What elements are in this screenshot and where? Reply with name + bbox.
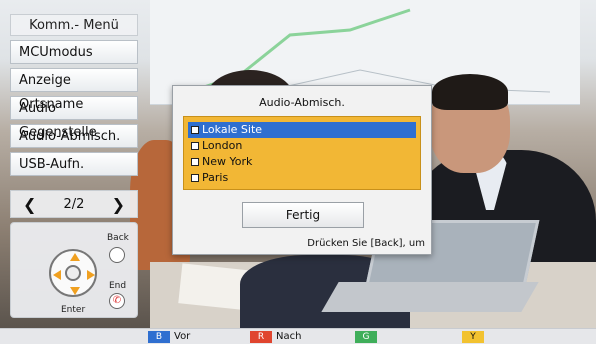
red-key-chip: R	[250, 331, 272, 343]
arrow-down-icon	[70, 287, 80, 295]
menu-item-audio-mix[interactable]: Audio-Abmisch.	[10, 124, 138, 148]
back-label: Back	[107, 233, 129, 243]
dialog-title: Audio-Abmisch.	[259, 96, 345, 109]
checkbox[interactable]	[191, 158, 199, 166]
dialog-hint: Drücken Sie [Back], um	[307, 238, 425, 249]
arrow-left-icon	[53, 270, 61, 280]
menu-title: Komm.- Menü	[10, 14, 138, 36]
menu-item-usb-recording[interactable]: USB-Aufn.	[10, 152, 138, 176]
site-option-paris[interactable]: Paris	[188, 170, 416, 186]
arrow-right-icon	[87, 270, 95, 280]
enter-button-icon	[65, 265, 81, 281]
color-key-bar: B Vor R Nach G Y	[0, 328, 596, 344]
laptop-base	[321, 282, 539, 312]
enter-label: Enter	[61, 305, 86, 315]
done-button[interactable]: Fertig	[242, 202, 364, 228]
site-list: Lokale Site London New York Paris	[183, 116, 421, 190]
site-option-label: Paris	[202, 171, 229, 184]
site-option-london[interactable]: London	[188, 138, 416, 154]
page-indicator: 2/2	[63, 196, 85, 212]
menu-item-mcu-mode[interactable]: MCUmodus	[10, 40, 138, 64]
yellow-key-chip: Y	[462, 331, 484, 343]
green-key-chip: G	[355, 331, 377, 343]
communication-menu: Komm.- Menü MCUmodus Anzeige Ortsname Au…	[10, 14, 138, 176]
blue-key-chip: B	[148, 331, 170, 343]
dpad-icon	[49, 249, 97, 297]
site-option-label: London	[202, 139, 243, 152]
back-button-icon	[109, 247, 125, 263]
checkbox[interactable]	[191, 174, 199, 182]
blue-key-label: Vor	[174, 331, 191, 342]
site-option-label: New York	[202, 155, 253, 168]
arrow-up-icon	[70, 253, 80, 261]
prev-page-icon[interactable]: ❮	[23, 195, 36, 214]
person-right-hair	[432, 74, 508, 110]
site-option-new-york[interactable]: New York	[188, 154, 416, 170]
end-call-icon: ✆	[109, 293, 125, 309]
checkbox[interactable]	[191, 126, 199, 134]
end-label: End	[109, 281, 127, 291]
red-key-label: Nach	[276, 331, 302, 342]
remote-control-guide: Back End ✆ Enter	[10, 222, 138, 318]
menu-pager: ❮ 2/2 ❯	[10, 190, 138, 218]
checkbox[interactable]	[191, 142, 199, 150]
site-option-label: Lokale Site	[202, 123, 263, 136]
audio-mix-dialog: Audio-Abmisch. Lokale Site London New Yo…	[172, 85, 432, 255]
site-option-local[interactable]: Lokale Site	[188, 122, 416, 138]
next-page-icon[interactable]: ❯	[112, 195, 125, 214]
menu-item-display-site-name[interactable]: Anzeige Ortsname	[10, 68, 138, 112]
